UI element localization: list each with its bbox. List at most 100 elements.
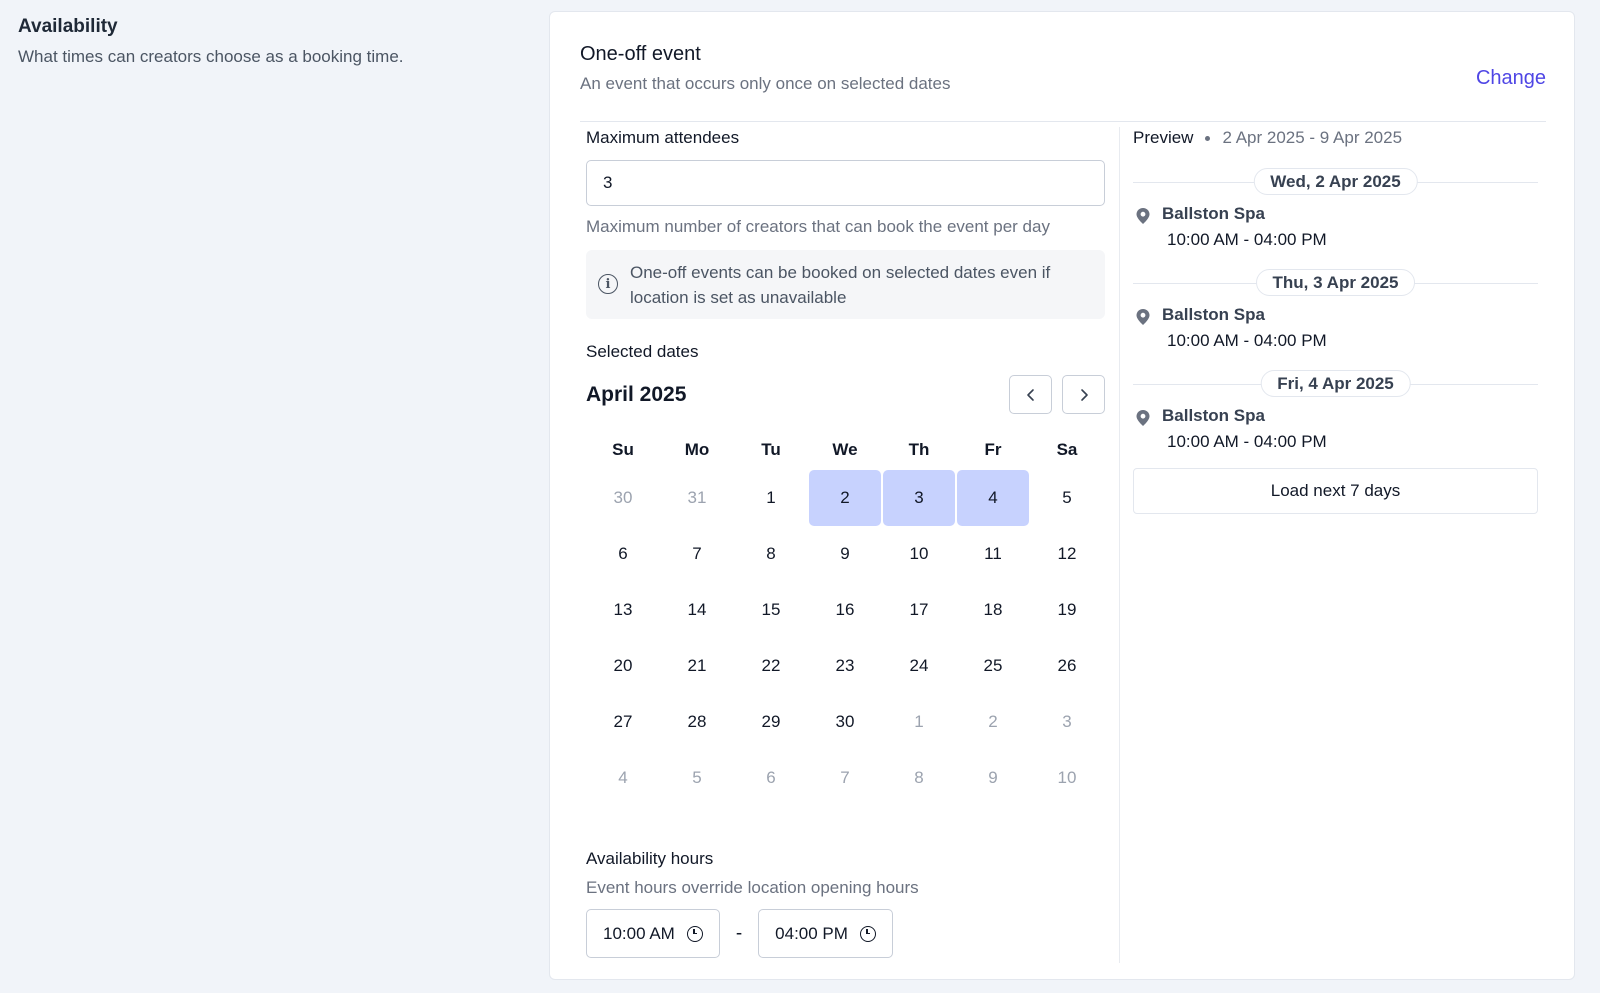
preview-date-divider: Fri, 4 Apr 2025 — [1133, 370, 1538, 398]
calendar-day[interactable]: 31 — [661, 470, 733, 526]
next-month-button[interactable] — [1062, 375, 1105, 414]
preview-date-pill: Thu, 3 Apr 2025 — [1255, 269, 1416, 296]
calendar-day[interactable]: 24 — [883, 638, 955, 694]
calendar-day[interactable]: 6 — [735, 750, 807, 806]
calendar-day[interactable]: 23 — [809, 638, 881, 694]
clock-icon — [859, 925, 876, 942]
calendar-day[interactable]: 28 — [661, 694, 733, 750]
calendar-day[interactable]: 4 — [587, 750, 659, 806]
availability-hours-description: Event hours override location opening ho… — [586, 878, 919, 897]
preview-entry: Ballston Spa 10:00 AM - 04:00 PM — [1133, 305, 1538, 351]
max-attendees-label: Maximum attendees — [586, 128, 740, 147]
calendar-day[interactable]: 30 — [809, 694, 881, 750]
calendar-day[interactable]: 30 — [587, 470, 659, 526]
preview-location: Ballston Spa — [1162, 305, 1265, 324]
end-time-value: 04:00 PM — [775, 923, 848, 943]
map-pin-icon — [1136, 309, 1150, 325]
clock-icon — [686, 925, 703, 942]
preview-time: 10:00 AM - 04:00 PM — [1167, 432, 1327, 451]
calendar-day[interactable]: 10 — [1031, 750, 1103, 806]
chevron-right-icon — [1080, 388, 1088, 401]
load-next-days-button[interactable]: Load next 7 days — [1133, 468, 1538, 514]
info-notice-text: One-off events can be booked on selected… — [630, 263, 1051, 307]
preview-location: Ballston Spa — [1162, 204, 1265, 223]
chevron-left-icon — [1026, 388, 1034, 401]
calendar-day[interactable]: 21 — [661, 638, 733, 694]
preview-day: Wed, 2 Apr 2025 Ballston Spa 10:00 AM - 04… — [1133, 168, 1538, 250]
availability-section-header: Availability What times can creators cho… — [18, 16, 518, 67]
calendar-day[interactable]: 10 — [883, 526, 955, 582]
calendar-day[interactable]: 2 — [957, 694, 1029, 750]
calendar-day[interactable]: 9 — [957, 750, 1029, 806]
selected-dates-label: Selected dates — [586, 342, 699, 361]
calendar-day[interactable]: 11 — [957, 526, 1029, 582]
calendar-day[interactable]: 19 — [1031, 582, 1103, 638]
calendar-day[interactable]: 1 — [883, 694, 955, 750]
calendar-day[interactable]: 7 — [661, 526, 733, 582]
calendar-day[interactable]: 6 — [587, 526, 659, 582]
time-separator: - — [735, 922, 743, 944]
preview-date-pill: Fri, 4 Apr 2025 — [1260, 370, 1411, 397]
preview-location: Ballston Spa — [1162, 406, 1265, 425]
start-time-input[interactable]: 10:00 AM — [586, 909, 720, 958]
calendar-grid: Su Mo Tu We Th Fr Sa 30 31 1 2 3 4 5 6 7 8 9 10 11 12 13 14 15 1… — [586, 430, 1105, 806]
section-description: What times can creators choose as a book… — [18, 47, 404, 66]
end-time-input[interactable]: 04:00 PM — [758, 909, 893, 958]
calendar-day[interactable]: 26 — [1031, 638, 1103, 694]
calendar-day[interactable]: 16 — [809, 582, 881, 638]
preview-date-pill: Wed, 2 Apr 2025 — [1253, 168, 1418, 195]
calendar-day[interactable]: 8 — [883, 750, 955, 806]
availability-hours: Availability hours Event hours override … — [586, 849, 919, 958]
preview-day: Fri, 4 Apr 2025 Ballston Spa 10:00 AM - 04… — [1133, 370, 1538, 452]
map-pin-icon — [1136, 208, 1150, 224]
calendar-day[interactable]: 13 — [587, 582, 659, 638]
calendar-day[interactable]: 29 — [735, 694, 807, 750]
calendar-day[interactable]: 22 — [735, 638, 807, 694]
calendar-day[interactable]: 18 — [957, 582, 1029, 638]
calendar-day[interactable]: 5 — [661, 750, 733, 806]
availability-hours-label: Availability hours — [586, 849, 714, 868]
calendar-day[interactable]: 8 — [735, 526, 807, 582]
previous-month-button[interactable] — [1009, 375, 1052, 414]
calendar-day[interactable]: 9 — [809, 526, 881, 582]
calendar-day-selected[interactable]: 2 — [809, 470, 881, 526]
calendar-day[interactable]: 3 — [1031, 694, 1103, 750]
calendar-day[interactable]: 17 — [883, 582, 955, 638]
calendar-day[interactable]: 27 — [587, 694, 659, 750]
preview-entry: Ballston Spa 10:00 AM - 04:00 PM — [1133, 204, 1538, 250]
preview-list: Wed, 2 Apr 2025 Ballston Spa 10:00 AM - 04… — [1133, 168, 1538, 452]
calendar-day[interactable]: 7 — [809, 750, 881, 806]
map-pin-icon — [1136, 410, 1150, 426]
availability-card: One-off event An event that occurs only … — [549, 11, 1575, 980]
calendar-day-selected[interactable]: 4 — [957, 470, 1029, 526]
event-type-title: One-off event — [580, 43, 701, 65]
calendar-month: April 2025 — [586, 383, 687, 406]
start-time-value: 10:00 AM — [603, 923, 675, 943]
weekday-header: Su — [612, 440, 634, 459]
calendar-day-selected[interactable]: 3 — [883, 470, 955, 526]
pane-divider — [1119, 127, 1120, 963]
preview-time: 10:00 AM - 04:00 PM — [1167, 230, 1327, 249]
change-event-type-link[interactable]: Change — [1476, 67, 1546, 90]
preview-range: 2 Apr 2025 - 9 Apr 2025 — [1222, 128, 1403, 147]
preview-pane: Preview 2 Apr 2025 - 9 Apr 2025 Wed, 2 A… — [1133, 128, 1538, 514]
calendar-day[interactable]: 14 — [661, 582, 733, 638]
preview-time: 10:00 AM - 04:00 PM — [1167, 331, 1327, 350]
settings-pane: Maximum attendees 3 Maximum number of cr… — [586, 128, 1105, 958]
weekday-header: Sa — [1056, 440, 1078, 459]
preview-date-divider: Thu, 3 Apr 2025 — [1133, 269, 1538, 297]
time-range: 10:00 AM - 04:00 PM — [586, 909, 919, 958]
info-notice: i One-off events can be booked on select… — [586, 250, 1105, 319]
max-attendees-input[interactable]: 3 — [586, 160, 1105, 206]
calendar-day[interactable]: 25 — [957, 638, 1029, 694]
section-title: Availability — [18, 16, 118, 37]
calendar-day[interactable]: 1 — [735, 470, 807, 526]
preview-day: Thu, 3 Apr 2025 Ballston Spa 10:00 AM - 04… — [1133, 269, 1538, 351]
weekday-header: Mo — [684, 440, 710, 459]
calendar-day[interactable]: 5 — [1031, 470, 1103, 526]
calendar-day[interactable]: 20 — [587, 638, 659, 694]
calendar-day[interactable]: 15 — [735, 582, 807, 638]
calendar-day[interactable]: 12 — [1031, 526, 1103, 582]
calendar-header: April 2025 — [586, 375, 1105, 415]
weekday-header: We — [832, 440, 858, 459]
